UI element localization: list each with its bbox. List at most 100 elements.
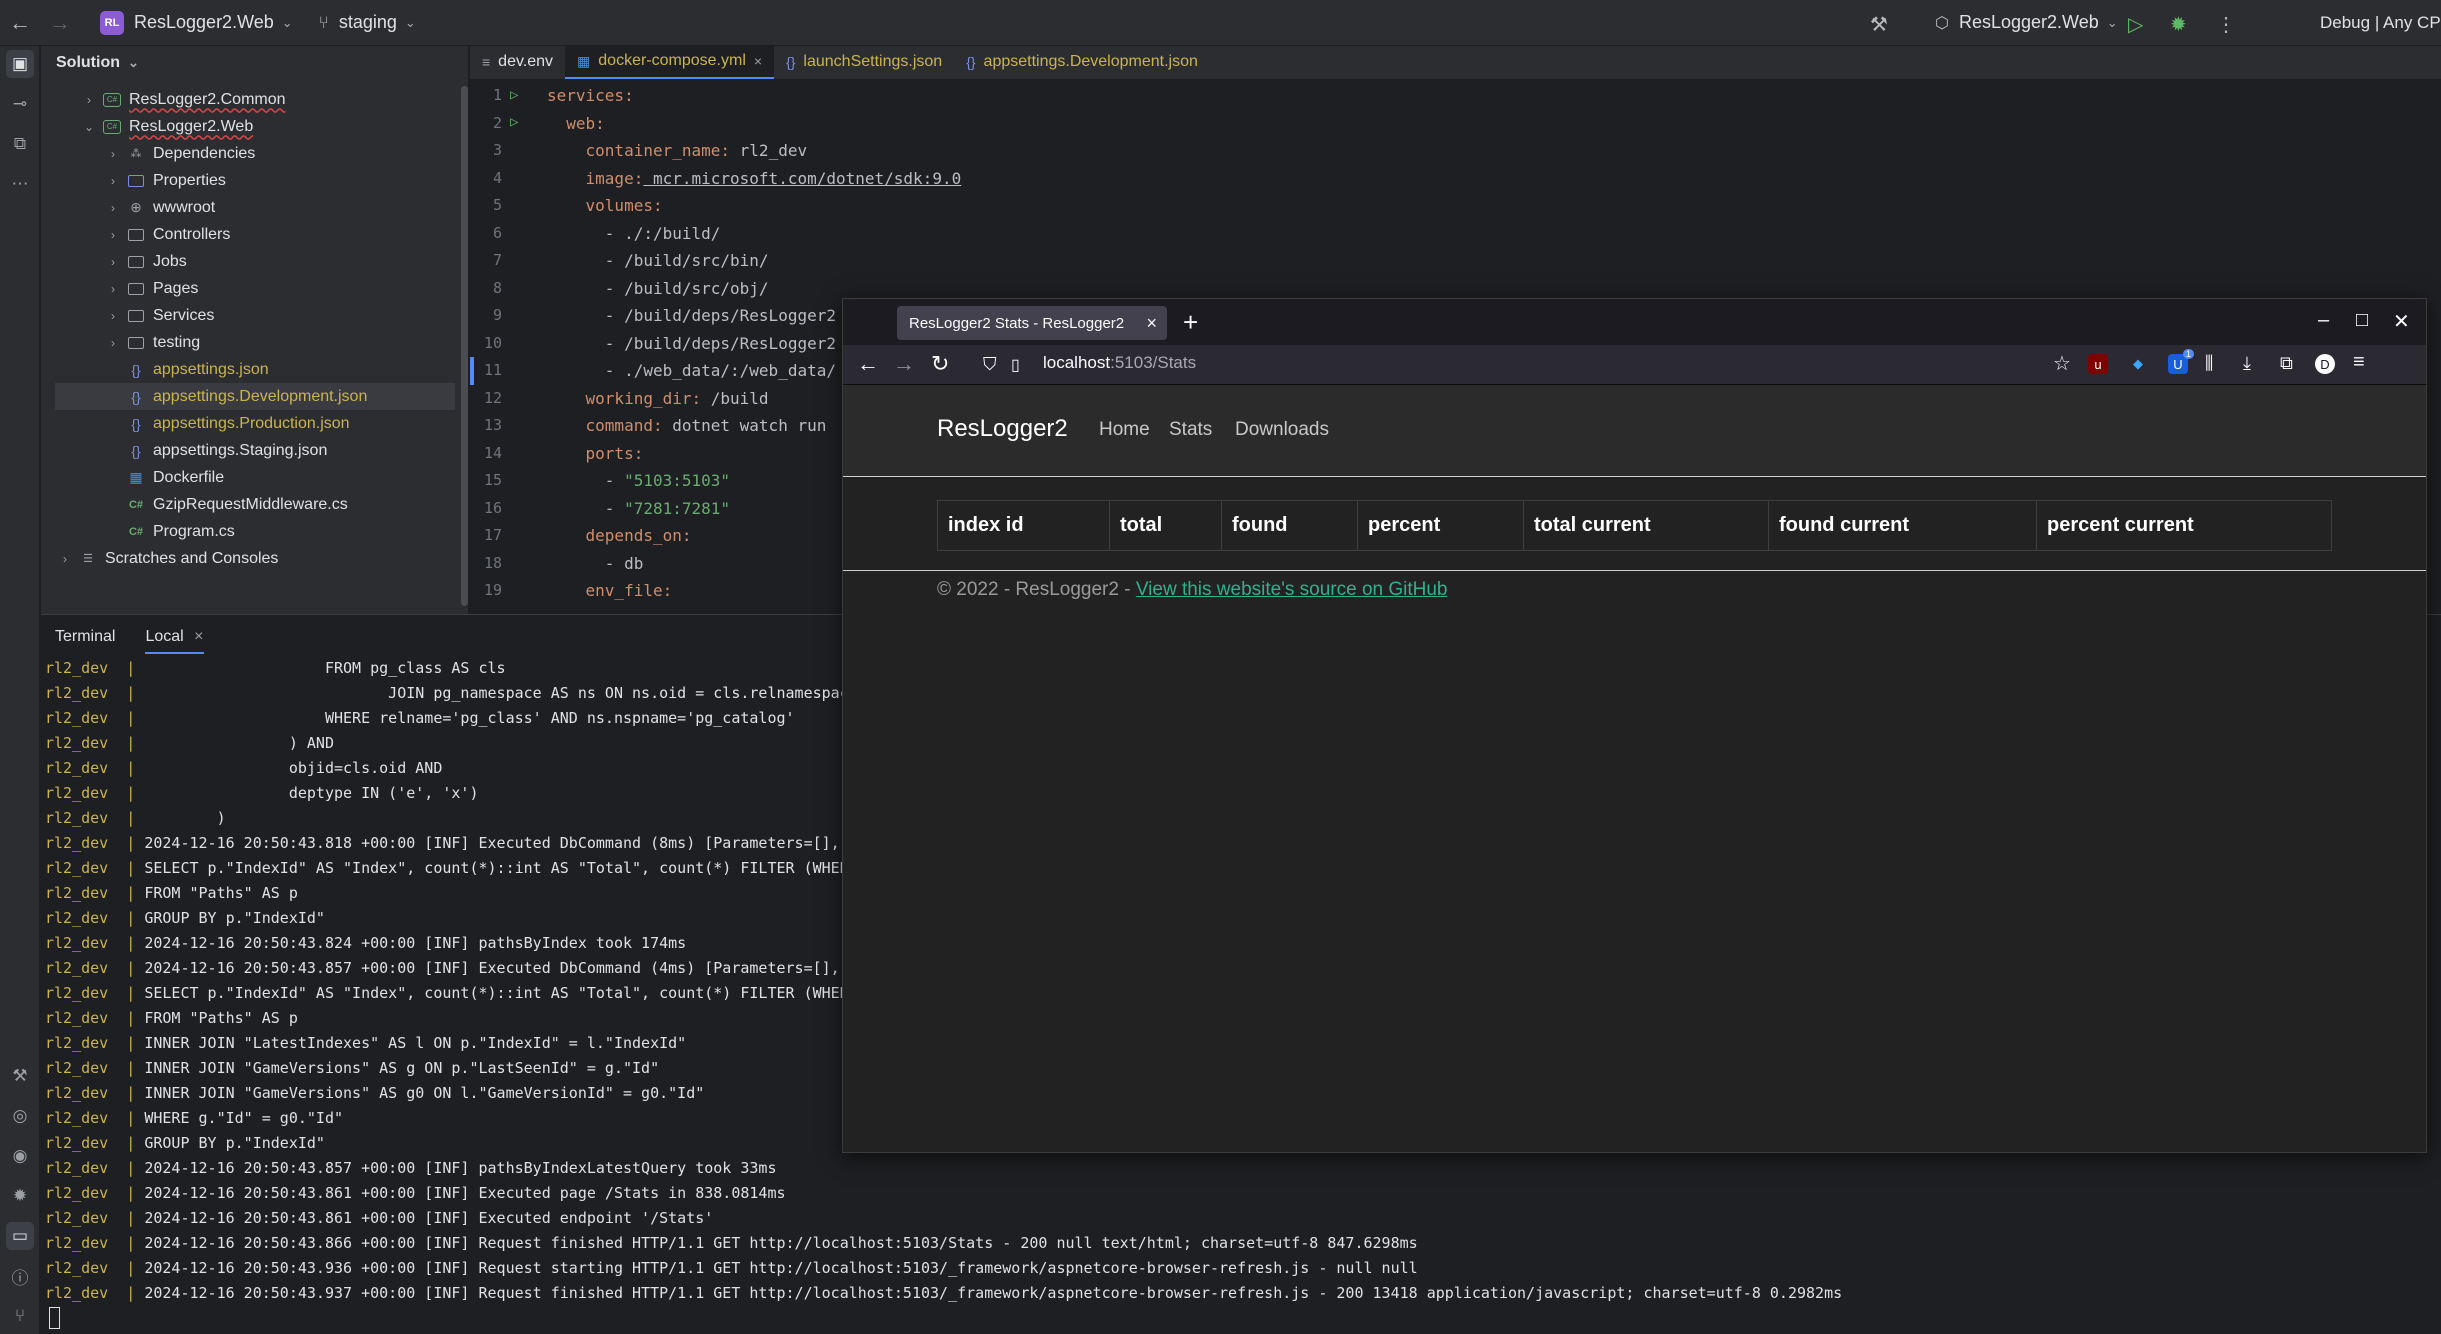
tree-item-appsettings-development[interactable]: {} appsettings.Development.json	[55, 383, 455, 410]
page-info-icon[interactable]: ▯	[1011, 355, 1020, 375]
terminal-line-text: 2024-12-16 20:50:43.857 +00:00 [INF] Exe…	[135, 959, 867, 977]
tree-item-common-project[interactable]: › C# ResLogger2.Common	[81, 86, 286, 113]
maximize-icon[interactable]: □	[2356, 309, 2368, 332]
site-brand[interactable]: ResLogger2	[937, 415, 1068, 443]
code-line: container_name: rl2_dev	[547, 137, 961, 165]
structure-icon[interactable]: ⧉	[6, 130, 34, 158]
run-config-selector[interactable]: ⬡ ResLogger2.Web ⌄	[1935, 12, 2118, 33]
debug-icon[interactable]: ✹	[2170, 12, 2187, 37]
chevron-right-icon[interactable]: ›	[105, 255, 121, 269]
close-icon[interactable]: ×	[754, 53, 762, 69]
nav-downloads[interactable]: Downloads	[1235, 419, 1329, 441]
tree-item-properties[interactable]: › Properties	[105, 167, 226, 194]
hammer-icon[interactable]: ⚒	[1870, 12, 1888, 37]
database-icon[interactable]: ◉	[6, 1142, 34, 1170]
tab-launch-settings[interactable]: {} launchSettings.json	[774, 45, 954, 79]
terminal-line-text: INNER JOIN "GameVersions" AS g ON p."Las…	[135, 1059, 660, 1077]
run-gutter-icon[interactable]: ▷	[510, 87, 518, 103]
terminal-icon[interactable]: ▭	[6, 1222, 34, 1250]
nav-stats[interactable]: Stats	[1169, 419, 1212, 441]
tree-item-program[interactable]: C# Program.cs	[127, 518, 235, 545]
more-horizontal-icon[interactable]: ⋯	[6, 170, 34, 198]
chevron-right-icon[interactable]: ›	[57, 552, 73, 566]
chevron-right-icon[interactable]: ›	[105, 336, 121, 350]
chevron-right-icon[interactable]: ›	[105, 201, 121, 215]
commit-icon[interactable]: ⊸	[6, 90, 34, 118]
scrollbar[interactable]	[461, 86, 468, 606]
chevron-right-icon[interactable]: ›	[81, 93, 97, 107]
back-arrow-icon[interactable]: ←	[0, 0, 40, 46]
chevron-right-icon[interactable]: ›	[105, 228, 121, 242]
close-window-icon[interactable]: ✕	[2393, 309, 2410, 334]
solution-header[interactable]: Solution ⌄	[41, 46, 468, 80]
tree-item-controllers[interactable]: › Controllers	[105, 221, 230, 248]
menu-icon[interactable]: ≡	[2353, 351, 2365, 374]
project-switcher[interactable]: RL ResLogger2.Web ⌄	[100, 10, 293, 35]
git-icon[interactable]: ⑂	[6, 1302, 34, 1330]
terminal-line-text: 2024-12-16 20:50:43.857 +00:00 [INF] pat…	[135, 1159, 777, 1177]
run-services-icon[interactable]: ◎	[6, 1102, 34, 1130]
tree-item-label: ResLogger2.Web	[129, 117, 254, 135]
tree-item-appsettings-staging[interactable]: {} appsettings.Staging.json	[127, 437, 327, 464]
tree-item-web-project[interactable]: ⌄ C# ResLogger2.Web	[81, 113, 253, 140]
run-gutter-icon[interactable]: ▷	[510, 114, 518, 130]
container-prefix: rl2_dev |	[45, 934, 136, 952]
tree-item-appsettings-production[interactable]: {} appsettings.Production.json	[127, 410, 349, 437]
tree-item-appsettings[interactable]: {} appsettings.json	[127, 356, 268, 383]
url-bar[interactable]: localhost:5103/Stats	[1043, 353, 1196, 373]
debug-tool-icon[interactable]: ✹	[6, 1182, 34, 1210]
close-tab-icon[interactable]: ×	[1146, 313, 1157, 334]
tree-item-jobs[interactable]: › Jobs	[105, 248, 187, 275]
download-icon[interactable]: ⤓	[2243, 353, 2251, 374]
terminal-line-text: ) AND	[135, 734, 334, 752]
nav-home[interactable]: Home	[1099, 419, 1150, 441]
project-folder-icon[interactable]: ▣	[6, 50, 34, 78]
tree-item-gzip-middleware[interactable]: C# GzipRequestMiddleware.cs	[127, 491, 348, 518]
chevron-right-icon[interactable]: ›	[105, 309, 121, 323]
build-icon[interactable]: ⚒	[6, 1062, 34, 1090]
dotnet-icon: ⬡	[1935, 14, 1949, 32]
tree-item-pages[interactable]: › Pages	[105, 275, 198, 302]
chevron-right-icon[interactable]: ›	[105, 174, 121, 188]
branch-switcher[interactable]: ⑂ staging ⌄	[319, 12, 416, 33]
close-icon[interactable]: ×	[194, 628, 203, 645]
tree-item-scratches[interactable]: › ☰ Scratches and Consoles	[57, 545, 278, 572]
tab-dev-env[interactable]: ≡ dev.env	[470, 45, 565, 79]
tree-item-dockerfile[interactable]: ▦ Dockerfile	[127, 464, 224, 491]
folder-icon	[127, 308, 145, 324]
github-source-link[interactable]: View this website's source on GitHub	[1136, 579, 1448, 600]
tab-docker-compose[interactable]: ▦ docker-compose.yml ×	[565, 45, 775, 79]
tab-label: Local	[145, 628, 184, 645]
tree-item-dependencies[interactable]: › ⁂ Dependencies	[105, 140, 255, 167]
chevron-right-icon[interactable]: ›	[105, 147, 121, 161]
chevron-right-icon[interactable]: ›	[105, 282, 121, 296]
ublock-icon[interactable]: u	[2088, 354, 2108, 374]
container-prefix: rl2_dev |	[45, 659, 136, 677]
terminal-line-text: deptype IN ('e', 'x')	[135, 784, 479, 802]
browser-tab[interactable]: ResLogger2 Stats - ResLogger2 ×	[897, 306, 1167, 340]
csharp-project-icon: C#	[103, 119, 121, 134]
shield-icon[interactable]: ⛉	[983, 354, 997, 375]
new-tab-icon[interactable]: +	[1183, 307, 1198, 338]
gem-extension-icon[interactable]: ◆	[2128, 354, 2148, 374]
tab-appsettings-development[interactable]: {} appsettings.Development.json	[954, 45, 1210, 79]
forward-arrow-icon[interactable]: →	[40, 0, 80, 46]
run-icon[interactable]: ▷	[2128, 12, 2143, 37]
tree-item-services[interactable]: › Services	[105, 302, 214, 329]
more-vertical-icon[interactable]: ⋮	[2216, 12, 2236, 37]
reload-icon[interactable]: ↻	[931, 351, 949, 377]
minimize-icon[interactable]: –	[2318, 309, 2329, 332]
tree-item-wwwroot[interactable]: › ⊕ wwwroot	[105, 194, 215, 221]
tab-local[interactable]: Local ×	[145, 620, 204, 654]
back-icon[interactable]: ←	[857, 351, 879, 377]
problems-icon[interactable]: ⓘ	[6, 1262, 34, 1290]
forward-icon[interactable]: →	[893, 351, 915, 377]
build-config[interactable]: Debug | Any CPU	[2320, 13, 2441, 33]
chevron-down-icon[interactable]: ⌄	[81, 120, 97, 134]
bookmark-star-icon[interactable]: ☆	[2053, 351, 2071, 376]
avatar[interactable]: D	[2315, 354, 2335, 374]
tree-item-testing[interactable]: › testing	[105, 329, 200, 356]
library-icon[interactable]: ⫼	[2205, 353, 2213, 374]
folder-icon	[127, 227, 145, 243]
extensions-icon[interactable]: ⧉	[2280, 353, 2293, 374]
